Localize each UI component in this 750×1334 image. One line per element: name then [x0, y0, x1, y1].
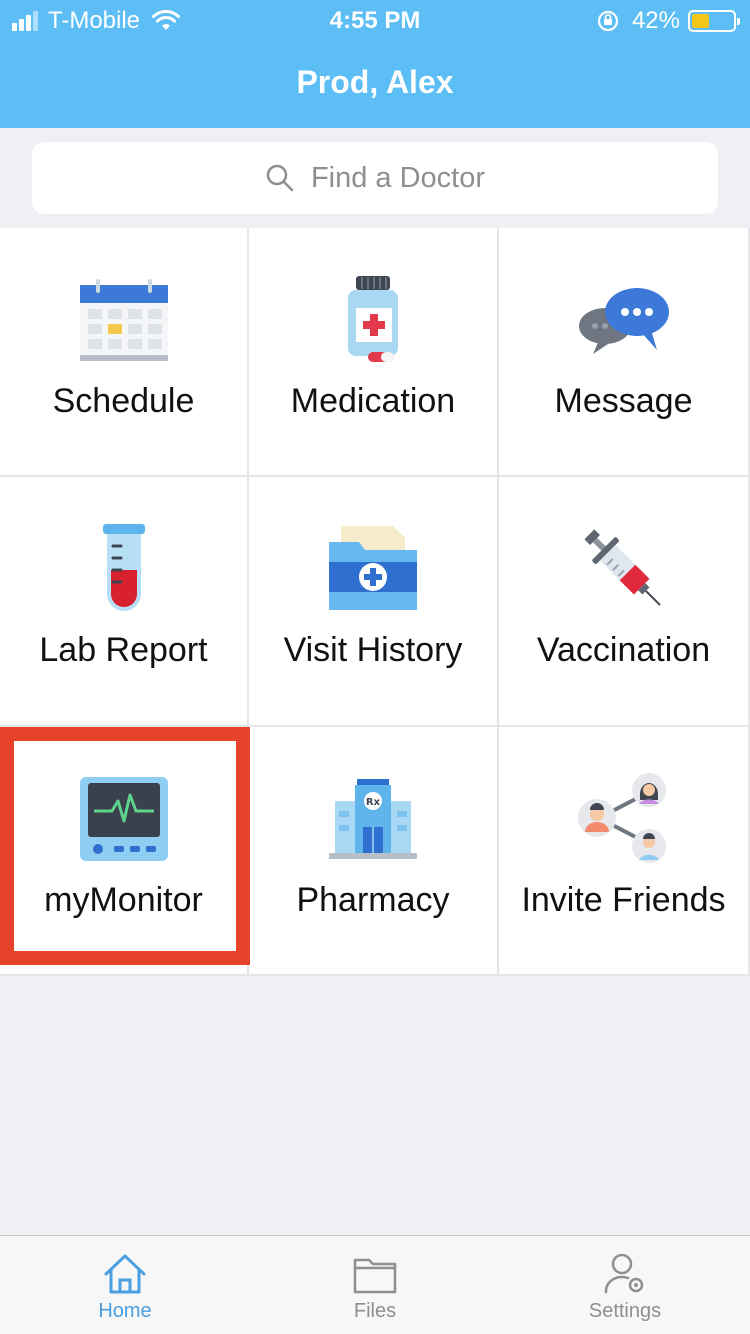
home-icon — [104, 1254, 146, 1294]
medical-folder-icon — [323, 519, 423, 619]
tile-message[interactable]: Message — [499, 228, 750, 477]
tab-settings[interactable]: Settings — [500, 1236, 750, 1334]
tile-label: Pharmacy — [296, 881, 450, 919]
search-input[interactable]: Find a Doctor — [32, 142, 718, 214]
search-icon — [266, 164, 294, 192]
tab-label: Files — [353, 1300, 397, 1322]
status-bar: T-Mobile 4:55 PM 42% — [0, 0, 750, 40]
tile-label: Message — [554, 382, 693, 420]
tab-label: Settings — [588, 1300, 662, 1322]
tab-bar: Home Files Settings — [0, 1235, 750, 1334]
battery-icon — [688, 10, 740, 32]
tile-visit-history[interactable]: Visit History — [249, 477, 499, 727]
chat-bubbles-icon — [574, 270, 674, 370]
medicine-bottle-icon — [323, 270, 423, 370]
rotation-lock-icon — [597, 10, 619, 32]
tile-label: Medication — [290, 382, 456, 420]
people-network-icon — [574, 769, 674, 869]
heart-monitor-icon — [74, 769, 174, 869]
tile-label: Invite Friends — [521, 881, 726, 919]
tile-invite-friends[interactable]: Invite Friends — [499, 727, 750, 976]
search-placeholder: Find a Doctor — [310, 161, 486, 194]
tile-vaccination[interactable]: Vaccination — [499, 477, 750, 727]
tile-label: Vaccination — [536, 631, 711, 669]
tile-lab-report[interactable]: Lab Report — [0, 477, 249, 727]
tile-mymonitor[interactable]: myMonitor — [0, 727, 249, 976]
tab-label: Home — [98, 1300, 152, 1322]
tab-files[interactable]: Files — [250, 1236, 500, 1334]
app-header: T-Mobile 4:55 PM 42% Prod, Alex — [0, 0, 750, 128]
pharmacy-building-icon: Rx — [323, 769, 423, 869]
tile-label: Visit History — [283, 631, 463, 669]
battery-percent: 42% — [631, 7, 680, 34]
tile-pharmacy[interactable]: Rx Pharmacy — [249, 727, 499, 976]
test-tube-icon — [74, 519, 174, 619]
calendar-icon — [74, 270, 174, 370]
tile-schedule[interactable]: Schedule — [0, 228, 249, 477]
user-settings-icon — [604, 1253, 644, 1294]
folder-icon — [353, 1258, 397, 1294]
tab-home[interactable]: Home — [0, 1236, 250, 1334]
tile-label: myMonitor — [44, 881, 203, 919]
battery-fill — [692, 14, 709, 28]
feature-grid: Schedule Medication Message Lab Report V… — [0, 228, 750, 976]
tile-label: Schedule — [52, 382, 195, 420]
status-right: 42% — [596, 7, 740, 35]
tile-label: Lab Report — [39, 631, 208, 669]
syringe-icon — [574, 519, 674, 619]
svg-text:Rx: Rx — [366, 797, 381, 808]
page-title: Prod, Alex — [296, 64, 454, 100]
tile-medication[interactable]: Medication — [249, 228, 499, 477]
